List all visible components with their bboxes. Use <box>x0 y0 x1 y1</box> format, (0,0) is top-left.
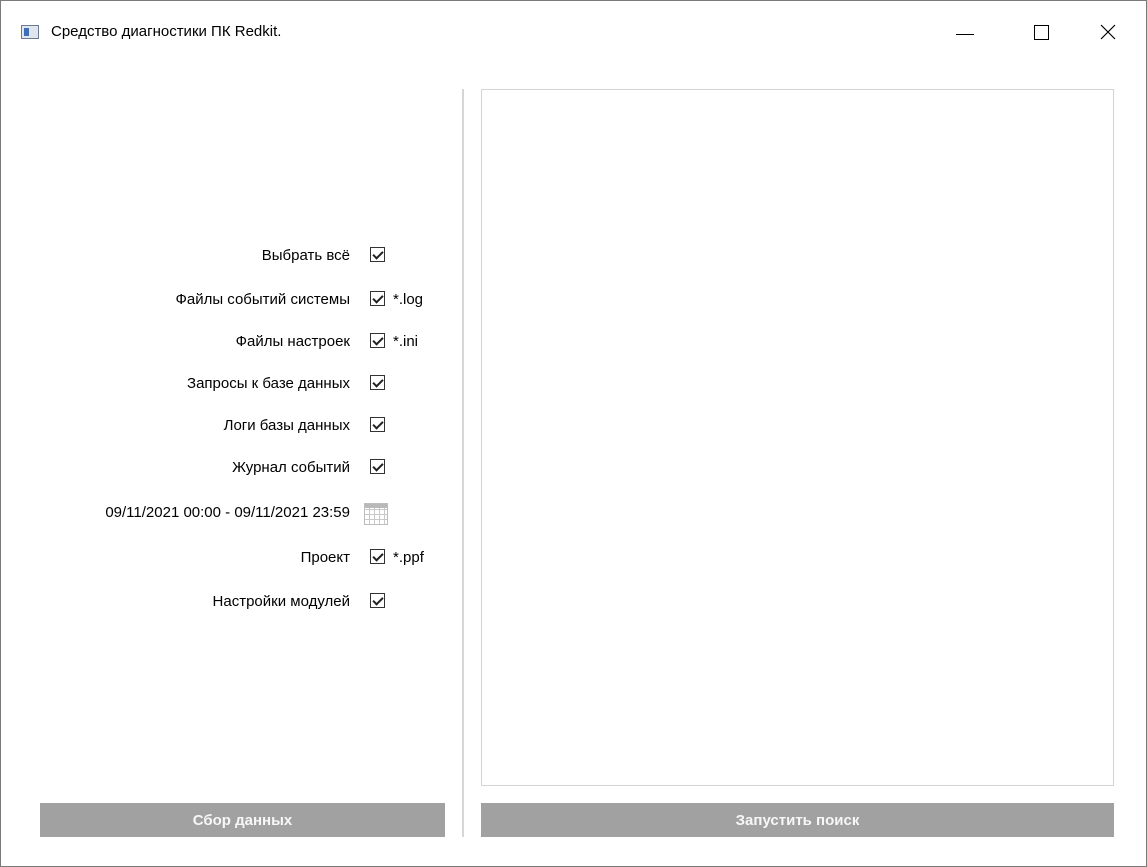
option-label: Настройки модулей <box>212 593 350 610</box>
option-event-journal: Журнал событий <box>1 449 461 489</box>
project-checkbox[interactable] <box>370 549 385 564</box>
close-icon <box>1100 24 1116 40</box>
maximize-button[interactable] <box>1012 1 1070 63</box>
file-extension: *.ini <box>393 333 419 350</box>
app-icon <box>21 25 39 39</box>
option-project: Проект *.ppf <box>1 539 461 579</box>
option-label: Выбрать всё <box>261 247 350 264</box>
option-system-logs: Файлы событий системы *.log <box>1 281 461 321</box>
file-extension: *.log <box>393 291 424 308</box>
option-db-queries: Запросы к базе данных <box>1 365 461 405</box>
option-label: Файлы настроек <box>235 333 350 350</box>
panel-divider <box>462 89 464 837</box>
minimize-button[interactable] <box>936 1 994 63</box>
module-settings-checkbox[interactable] <box>370 593 385 608</box>
option-module-settings: Настройки модулей <box>1 583 461 623</box>
results-area[interactable] <box>481 89 1114 786</box>
settings-files-checkbox[interactable] <box>370 333 385 348</box>
close-button[interactable] <box>1079 1 1137 63</box>
maximize-icon <box>1033 24 1049 40</box>
calendar-icon[interactable] <box>364 503 388 525</box>
select-all-checkbox[interactable] <box>370 247 385 262</box>
collect-data-button[interactable]: Сбор данных <box>40 803 445 837</box>
db-queries-checkbox[interactable] <box>370 375 385 390</box>
title-bar: Средство диагностики ПК Redkit. <box>1 1 1146 63</box>
option-label: Файлы событий системы <box>175 291 350 308</box>
window-title: Средство диагностики ПК Redkit. <box>51 23 282 40</box>
minimize-icon <box>956 33 974 35</box>
file-extension: *.ppf <box>393 549 424 566</box>
event-journal-checkbox[interactable] <box>370 459 385 474</box>
date-range-row: 09/11/2021 00:00 - 09/11/2021 23:59 <box>1 494 461 534</box>
option-select-all: Выбрать всё <box>1 237 461 277</box>
option-label: Журнал событий <box>232 459 350 476</box>
option-label: Проект <box>300 549 350 566</box>
system-logs-checkbox[interactable] <box>370 291 385 306</box>
option-label: Логи базы данных <box>223 417 350 434</box>
option-label: Запросы к базе данных <box>187 375 350 392</box>
option-db-logs: Логи базы данных <box>1 407 461 447</box>
date-range-value: 09/11/2021 00:00 - 09/11/2021 23:59 <box>105 504 350 521</box>
option-settings-files: Файлы настроек *.ini <box>1 323 461 363</box>
start-search-button[interactable]: Запустить поиск <box>481 803 1114 837</box>
db-logs-checkbox[interactable] <box>370 417 385 432</box>
app-window: Средство диагностики ПК Redkit. Выбрать … <box>0 0 1147 867</box>
